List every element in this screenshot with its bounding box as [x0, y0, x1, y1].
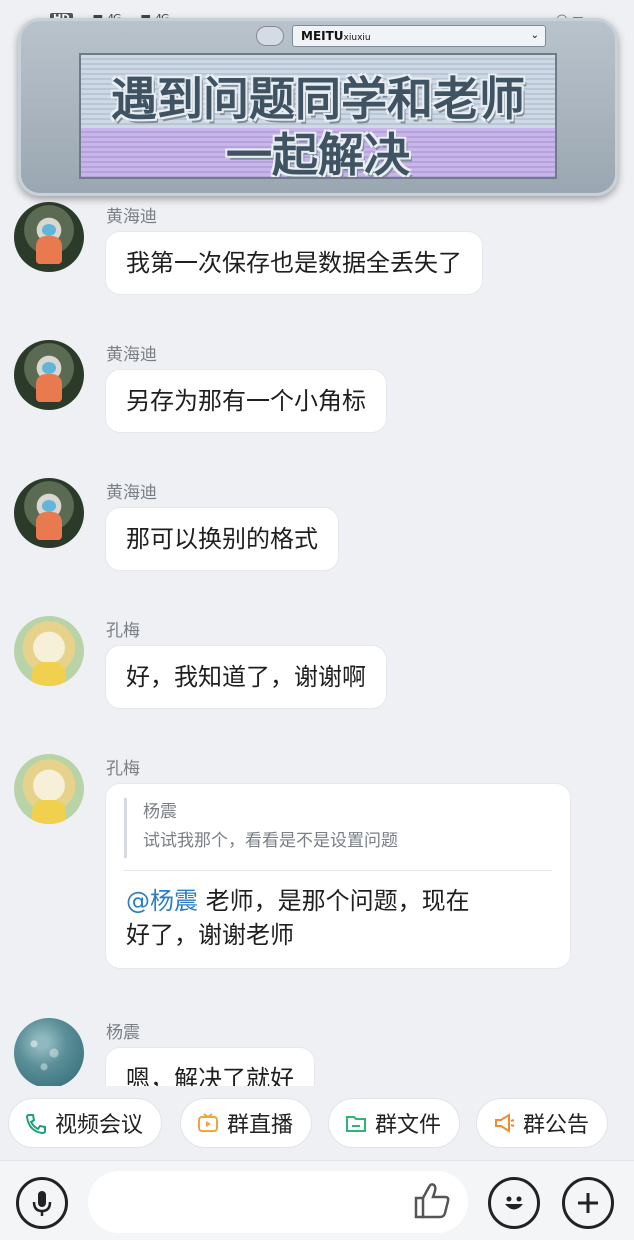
- video-meeting-chip[interactable]: 视频会议: [8, 1098, 163, 1148]
- avatar[interactable]: [14, 202, 84, 272]
- emoji-button[interactable]: [488, 1177, 540, 1229]
- banner-line-2: 一起解决: [226, 128, 410, 179]
- group-live-chip[interactable]: 群直播: [180, 1098, 313, 1148]
- reply-bubble[interactable]: 杨震 试试我那个，看看是不是设置问题 @杨震 老师，是那个问题，现在 好了，谢谢…: [106, 784, 570, 968]
- sender-name: 黄海迪: [106, 207, 157, 227]
- reply-text: @杨震 老师，是那个问题，现在 好了，谢谢老师: [126, 884, 556, 952]
- quote-divider: [124, 870, 552, 871]
- banner-window-tab: MEITUxiuxiu ⌄: [292, 25, 546, 47]
- avatar[interactable]: [14, 478, 84, 548]
- reply-line-2: 好了，谢谢老师: [126, 921, 294, 949]
- sender-name: 杨震: [106, 1023, 140, 1043]
- avatar[interactable]: [14, 616, 84, 686]
- quoted-message[interactable]: 杨震 试试我那个，看看是不是设置问题: [124, 798, 552, 858]
- megaphone-icon: [495, 1113, 515, 1133]
- chip-label: 群文件: [375, 1113, 442, 1138]
- quoted-sender: 杨震: [143, 802, 177, 822]
- banner-tab-label: MEITU: [301, 29, 344, 43]
- sender-name: 黄海迪: [106, 345, 157, 365]
- group-announcement-chip[interactable]: 群公告: [476, 1098, 609, 1148]
- banner-toolbar: MEITUxiuxiu ⌄: [256, 25, 546, 47]
- message-input-bar: [0, 1160, 634, 1240]
- sender-name: 黄海迪: [106, 483, 157, 503]
- avatar[interactable]: [14, 1018, 84, 1086]
- group-files-chip[interactable]: 群文件: [328, 1098, 461, 1148]
- chip-label: 视频会议: [55, 1113, 144, 1138]
- message-bubble[interactable]: 好，我知道了，谢谢啊: [106, 646, 386, 708]
- smiley-icon: [505, 1196, 523, 1210]
- message-bubble[interactable]: 嗯，解决了就好: [106, 1048, 314, 1086]
- sender-name: 孔梅: [106, 759, 140, 779]
- sender-name: 孔梅: [106, 621, 140, 641]
- quick-actions-bar: 视频会议 群直播 群文件 群公告: [0, 1094, 634, 1152]
- message-bubble[interactable]: 另存为那有一个小角标: [106, 370, 386, 432]
- thumbs-up-icon[interactable]: [410, 1179, 454, 1223]
- mention-link[interactable]: @杨震: [126, 887, 198, 915]
- plus-icon: [578, 1193, 598, 1213]
- banner-tab-sub: xiuxiu: [343, 33, 371, 43]
- more-actions-button[interactable]: [562, 1177, 614, 1229]
- watermark-banner: MEITUxiuxiu ⌄ 遇到问题同学和老师 一起解决: [18, 18, 618, 196]
- banner-screen: 遇到问题同学和老师 一起解决: [79, 53, 557, 179]
- chat-messages[interactable]: 黄海迪 我第一次保存也是数据全丢失了 黄海迪 另存为那有一个小角标 黄海迪 那可…: [0, 196, 634, 1086]
- app-logo-icon: [256, 26, 284, 46]
- chip-label: 群公告: [523, 1113, 590, 1138]
- voice-input-button[interactable]: [16, 1177, 68, 1229]
- message-bubble[interactable]: 那可以换别的格式: [106, 508, 338, 570]
- message-bubble[interactable]: 我第一次保存也是数据全丢失了: [106, 232, 482, 294]
- video-call-icon: [25, 1114, 46, 1134]
- folder-icon: [346, 1116, 366, 1132]
- avatar[interactable]: [14, 340, 84, 410]
- chevron-down-icon: ⌄: [530, 30, 539, 41]
- chip-label: 群直播: [227, 1113, 294, 1138]
- avatar[interactable]: [14, 754, 84, 824]
- quoted-text: 试试我那个，看看是不是设置问题: [143, 831, 398, 851]
- microphone-icon: [32, 1191, 52, 1216]
- reply-line-1: 老师，是那个问题，现在: [198, 887, 470, 915]
- live-tv-icon: [198, 1113, 218, 1132]
